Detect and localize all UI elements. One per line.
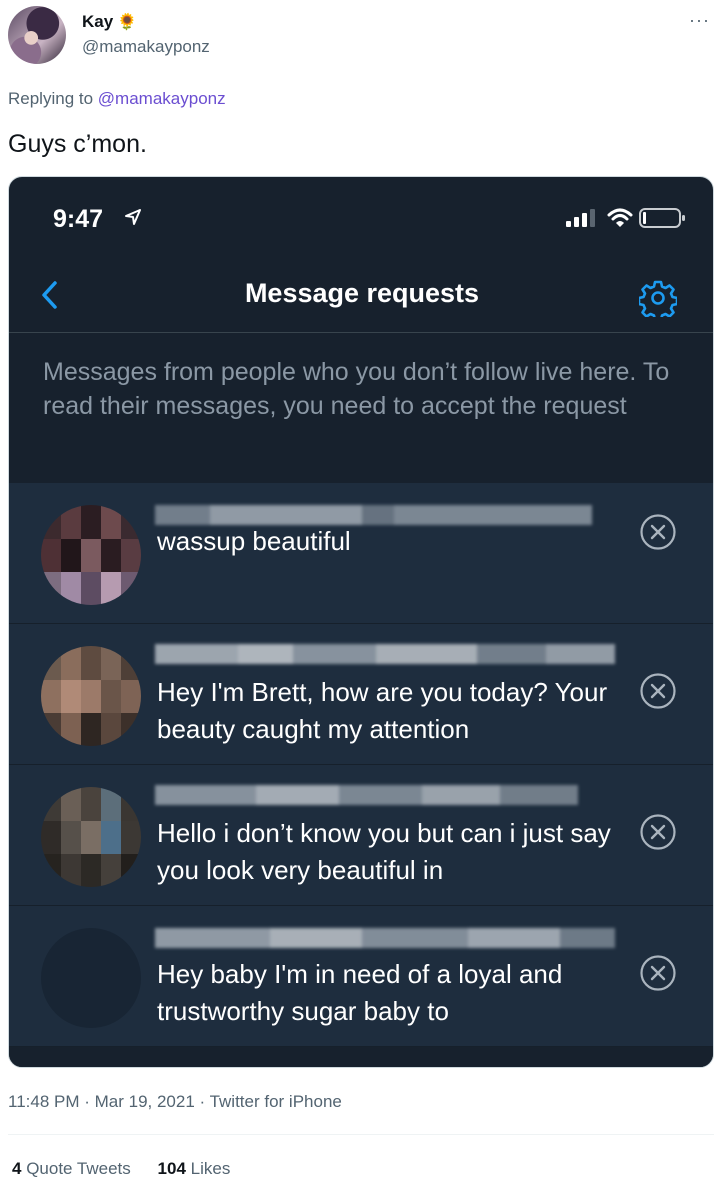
sunflower-emoji: 🌻	[117, 14, 138, 31]
tweet-stats: 4 Quote Tweets 104 Likes	[12, 1159, 252, 1179]
gear-icon[interactable]	[639, 279, 677, 317]
quote-tweets-label: Quote Tweets	[26, 1159, 131, 1178]
sender-avatar-pixelated	[41, 646, 141, 746]
sender-name-pixelated	[155, 644, 615, 664]
message-request-row[interactable]: Hey I'm Brett, how are you today? Your b…	[9, 624, 713, 765]
author-avatar[interactable]	[8, 6, 66, 64]
location-arrow-icon	[125, 209, 141, 225]
close-circle-icon[interactable]	[639, 813, 677, 851]
more-horizontal-icon[interactable]: ···	[689, 10, 710, 31]
close-circle-icon[interactable]	[639, 672, 677, 710]
nav-divider	[9, 332, 713, 333]
close-circle-icon[interactable]	[639, 513, 677, 551]
replying-handle-link[interactable]: @mamakayponz	[98, 89, 226, 108]
likes-count: 104	[157, 1159, 186, 1178]
close-circle-icon[interactable]	[639, 954, 677, 992]
message-requests-info: Messages from people who you don’t follo…	[43, 358, 670, 420]
message-request-row[interactable]: wassup beautiful	[9, 483, 713, 624]
quote-tweets-stat[interactable]: 4 Quote Tweets	[12, 1159, 131, 1178]
message-request-row[interactable]: Hey baby I'm in need of a loyal and trus…	[9, 906, 713, 1047]
cellular-signal-icon	[566, 209, 595, 227]
replying-prefix: Replying to	[8, 89, 94, 108]
message-preview: Hey I'm Brett, how are you today? Your b…	[157, 677, 608, 744]
footer-divider	[8, 1134, 714, 1135]
message-preview: Hey baby I'm in need of a loyal and trus…	[157, 959, 563, 1026]
author-handle[interactable]: @mamakayponz	[82, 37, 210, 57]
tweet-text: Guys c’mon.	[8, 130, 147, 158]
replying-to-line: Replying to @mamakayponz	[8, 89, 226, 109]
sender-avatar-pixelated	[41, 505, 141, 605]
message-preview: wassup beautiful	[157, 526, 351, 556]
status-bar-time: 9:47	[53, 205, 104, 233]
likes-stat[interactable]: 104 Likes	[158, 1159, 231, 1178]
attached-screenshot[interactable]: 9:47 Message requests Messages from peop…	[8, 176, 714, 1068]
sender-avatar-pixelated	[41, 787, 141, 887]
sender-name-pixelated	[155, 928, 615, 948]
message-preview: Hello i don’t know you but can i just sa…	[157, 818, 611, 885]
author-name[interactable]: Kay 🌻	[82, 12, 137, 32]
message-request-list: wassup beautiful Hey I'm Brett, how are …	[9, 483, 713, 1047]
page-title: Message requests	[244, 278, 480, 308]
sender-avatar-pixelated	[41, 928, 141, 1028]
author-name-text[interactable]: Kay	[82, 12, 113, 31]
battery-icon	[639, 208, 685, 228]
message-request-row[interactable]: Hello i don’t know you but can i just sa…	[9, 765, 713, 906]
sender-name-pixelated	[155, 785, 615, 805]
likes-label: Likes	[190, 1159, 231, 1178]
wifi-icon	[607, 208, 633, 227]
tweet-timestamp[interactable]: 11:48 PM · Mar 19, 2021 · Twitter for iP…	[8, 1092, 342, 1112]
list-bottom-edge	[9, 1047, 713, 1067]
sender-name-pixelated	[155, 505, 615, 525]
quote-tweets-count: 4	[12, 1159, 22, 1178]
